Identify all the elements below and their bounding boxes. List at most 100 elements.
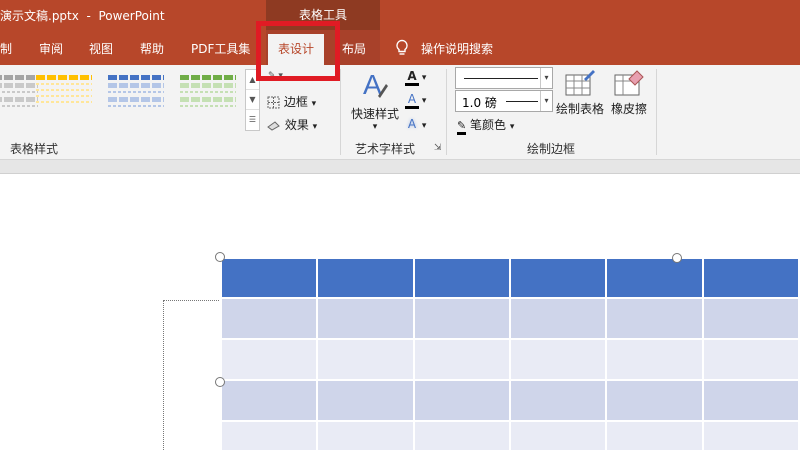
border-icon bbox=[267, 96, 280, 109]
table-row[interactable] bbox=[219, 379, 800, 422]
wordart-a-icon: A bbox=[363, 69, 388, 100]
quick-styles-label: 快速样式 bbox=[350, 107, 399, 121]
tab-partial[interactable]: 制 bbox=[0, 40, 12, 57]
gallery-up-icon[interactable]: ▲ bbox=[246, 70, 259, 90]
border-button[interactable]: 边框 ▾ bbox=[267, 93, 316, 110]
tab-pdf-tools[interactable]: PDF工具集 bbox=[191, 40, 250, 57]
table-cell[interactable] bbox=[219, 257, 319, 299]
table-cell[interactable] bbox=[412, 420, 511, 450]
table-cell[interactable] bbox=[219, 297, 319, 340]
table-cell[interactable] bbox=[508, 338, 608, 381]
resize-handle[interactable] bbox=[215, 377, 225, 387]
gallery-down-icon[interactable]: ▼ bbox=[246, 90, 259, 110]
tab-table-design[interactable]: 表设计 bbox=[268, 34, 325, 65]
tell-me-search[interactable]: 操作说明搜索 bbox=[421, 40, 493, 57]
table-cell[interactable] bbox=[701, 257, 800, 299]
table-style-thumb-gold[interactable] bbox=[36, 75, 92, 119]
table-cell[interactable] bbox=[605, 338, 704, 381]
tab-view[interactable]: 视图 bbox=[89, 40, 113, 57]
table-cell[interactable] bbox=[508, 420, 608, 450]
group-separator bbox=[340, 69, 341, 155]
text-effects-button[interactable]: A ▾ bbox=[405, 117, 427, 131]
effects-button[interactable]: 效果 ▾ bbox=[266, 116, 317, 133]
table-cell[interactable] bbox=[316, 297, 415, 340]
effects-label: 效果 bbox=[284, 118, 309, 132]
table-cell[interactable] bbox=[316, 420, 415, 450]
table-cell[interactable] bbox=[219, 338, 319, 381]
resize-handle[interactable] bbox=[215, 252, 225, 262]
tab-help[interactable]: 帮助 bbox=[140, 40, 164, 57]
text-outline-icon: A bbox=[405, 92, 419, 109]
eraser-button[interactable]: 橡皮擦 bbox=[608, 69, 650, 117]
pen-color-button[interactable]: ✎ 笔颜色 ▾ bbox=[457, 116, 514, 135]
resize-handle[interactable] bbox=[672, 253, 682, 263]
table-row[interactable] bbox=[219, 338, 800, 381]
table-row[interactable] bbox=[219, 257, 800, 299]
table-cell[interactable] bbox=[605, 420, 704, 450]
pen-style-dropdown[interactable]: ▾ bbox=[455, 67, 553, 89]
table-cell[interactable] bbox=[219, 379, 319, 422]
chevron-down-icon[interactable]: ▾ bbox=[540, 91, 552, 111]
pen-color-icon: ✎ bbox=[457, 119, 467, 135]
ribbon-tabs: 制 审阅 视图 帮助 PDF工具集 表设计 布局 操作说明搜索 bbox=[0, 30, 800, 65]
eraser-label: 橡皮擦 bbox=[610, 102, 647, 116]
table-cell[interactable] bbox=[219, 420, 319, 450]
table-style-thumb-gray[interactable] bbox=[0, 75, 38, 119]
table-cell[interactable] bbox=[701, 297, 800, 340]
table-cell[interactable] bbox=[316, 338, 415, 381]
text-outline-button[interactable]: A ▾ bbox=[405, 92, 426, 109]
table-cell[interactable] bbox=[605, 297, 704, 340]
table-cell[interactable] bbox=[316, 379, 415, 422]
group-separator bbox=[656, 69, 657, 155]
tab-review[interactable]: 审阅 bbox=[39, 40, 63, 57]
table-cell[interactable] bbox=[701, 338, 800, 381]
title-bar: 演示文稿.pptx - PowerPoint 表格工具 bbox=[0, 0, 800, 30]
draw-borders-group-label: 绘制边框 bbox=[527, 142, 576, 156]
table-cell[interactable] bbox=[412, 257, 511, 299]
dialog-launcher-icon[interactable]: ⇲ bbox=[434, 143, 442, 153]
table-cell[interactable] bbox=[605, 379, 704, 422]
table-row[interactable] bbox=[219, 420, 800, 450]
table-cell[interactable] bbox=[701, 420, 800, 450]
table-style-thumb-blue[interactable] bbox=[108, 75, 164, 119]
table-styles-group-label: 表格样式 bbox=[10, 142, 59, 156]
text-fill-button[interactable]: A ▾ bbox=[405, 69, 426, 86]
shading-icon[interactable]: ✎ ▾ bbox=[268, 71, 283, 81]
table-cell[interactable] bbox=[701, 379, 800, 422]
gallery-scroller[interactable]: ▲ ▼ ☰ bbox=[245, 69, 260, 131]
table-row[interactable] bbox=[219, 297, 800, 340]
pen-weight-value: 1.0 磅 bbox=[462, 96, 497, 110]
effects-icon bbox=[267, 121, 280, 131]
table-cell[interactable] bbox=[605, 257, 704, 299]
table-cell[interactable] bbox=[412, 379, 511, 422]
text-fill-icon: A bbox=[405, 69, 419, 86]
lightbulb-icon bbox=[396, 39, 408, 55]
border-label: 边框 bbox=[283, 95, 308, 109]
table-cell[interactable] bbox=[316, 257, 415, 299]
slide-area-gap bbox=[0, 160, 800, 174]
table-cell[interactable] bbox=[412, 338, 511, 381]
table-cell[interactable] bbox=[508, 297, 608, 340]
eraser-icon bbox=[614, 70, 644, 96]
text-effects-icon: A bbox=[407, 117, 417, 131]
gallery-more-icon[interactable]: ☰ bbox=[246, 110, 259, 130]
table-cell[interactable] bbox=[508, 379, 608, 422]
pen-weight-dropdown[interactable]: 1.0 磅 ▾ bbox=[455, 90, 553, 112]
chevron-down-icon[interactable]: ▾ bbox=[540, 68, 552, 88]
table-cell[interactable] bbox=[412, 297, 511, 340]
tab-layout[interactable]: 布局 bbox=[342, 40, 366, 57]
table-tools-context-label: 表格工具 bbox=[266, 0, 380, 30]
pen-color-label: 笔颜色 bbox=[470, 118, 507, 132]
table-style-thumb-green[interactable] bbox=[180, 75, 236, 119]
ribbon-panel: ▲ ▼ ☰ 表格样式 ✎ ▾ 边框 ▾ 效果 ▾ A 快速样式 ▾ A ▾ A … bbox=[0, 65, 800, 160]
quick-styles-button[interactable]: A 快速样式 ▾ bbox=[350, 69, 400, 132]
draw-table-button[interactable]: 绘制表格 bbox=[555, 69, 605, 117]
slide-table[interactable] bbox=[219, 257, 800, 450]
draw-table-label: 绘制表格 bbox=[555, 102, 604, 116]
draw-table-icon bbox=[565, 70, 595, 96]
wordart-styles-group-label: 艺术字样式 bbox=[355, 142, 416, 156]
table-cell[interactable] bbox=[508, 257, 608, 299]
pen-weight-line bbox=[506, 101, 538, 102]
pen-style-line bbox=[464, 78, 538, 79]
window-title: 演示文稿.pptx - PowerPoint bbox=[0, 9, 165, 23]
